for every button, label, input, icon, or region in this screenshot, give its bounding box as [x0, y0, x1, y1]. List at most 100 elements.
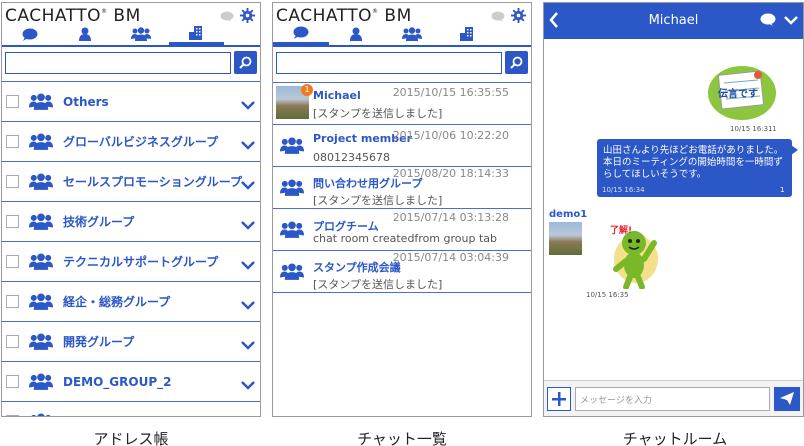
tab-contacts[interactable] — [58, 23, 114, 45]
chat-list-item[interactable]: プログチーム 2015/07/14 03:13:28 chat room creat… — [273, 209, 531, 251]
chevron-down-icon[interactable] — [241, 95, 255, 114]
group-icon — [29, 173, 53, 190]
chevron-down-icon[interactable] — [241, 175, 255, 194]
search-button[interactable] — [505, 51, 528, 74]
tab-organization[interactable] — [168, 23, 224, 45]
send-button[interactable] — [774, 386, 800, 411]
group-label: AUTO_TEST_G1 — [63, 415, 163, 417]
tab-chat[interactable] — [2, 23, 58, 45]
chat-room-header: Michael — [544, 3, 803, 39]
group-label: 技術グループ — [63, 215, 135, 229]
group-row[interactable]: 開発グループ — [2, 322, 260, 362]
message-text: 山田さんより先ほどお電話がありました。本日のミーティングの開始時間を一時間ずらし… — [603, 145, 784, 180]
stamp-memo-text: 伝言です — [718, 89, 758, 100]
search-bar — [273, 51, 531, 81]
group-list: Others グローバルビジネスグループ セールスプロモーショングループ技術グループ… — [2, 81, 260, 417]
logo-reg: ® — [372, 8, 379, 15]
chat-name: Michael — [313, 89, 361, 102]
chat-preview: chat room createdfrom group tab — [313, 232, 497, 245]
chat-time: 2015/07/14 03:13:28 — [392, 211, 509, 224]
tab-groups[interactable] — [384, 23, 440, 45]
chevron-down-icon[interactable] — [241, 335, 255, 354]
group-icon — [29, 213, 53, 230]
unread-badge: 1 — [301, 84, 313, 96]
group-row[interactable]: Others — [2, 82, 260, 122]
group-icon — [280, 137, 304, 158]
building-icon — [460, 27, 474, 41]
plus-icon — [552, 391, 566, 406]
chat-time: 2015/10/06 10:22:20 — [392, 129, 509, 142]
caption-address-book: アドレス帳 — [93, 430, 169, 446]
group-icon — [280, 221, 304, 242]
chat-list: 1 Michael 2015/10/15 16:35:55 [スタンプを送信しました]… — [273, 82, 531, 293]
app-header: CACHATTO® BM — [2, 3, 260, 47]
group-checkbox[interactable] — [6, 135, 19, 148]
chat-list-item[interactable]: 問い合わせ用グループ 2015/08/20 18:14:33 [スタンプを送信しまし… — [273, 167, 531, 209]
group-icon — [29, 93, 53, 110]
chat-time: 2015/08/20 18:14:33 — [392, 167, 509, 180]
search-button[interactable] — [234, 51, 257, 74]
group-checkbox[interactable] — [6, 175, 19, 188]
chevron-down-icon[interactable] — [241, 215, 255, 234]
group-icon — [280, 263, 304, 284]
stamp-ok-text: 了解! — [610, 226, 633, 236]
group-row[interactable]: 経企・総務グループ — [2, 282, 260, 322]
caption-chat-list: チャット一覧 — [357, 430, 447, 446]
add-attachment-button[interactable] — [547, 386, 571, 411]
group-row[interactable]: 技術グループ — [2, 202, 260, 242]
chat-time: 2015/10/15 16:35:55 — [392, 86, 509, 99]
group-checkbox[interactable] — [6, 215, 19, 228]
chat-list-item[interactable]: 1 Michael 2015/10/15 16:35:55 [スタンプを送信しました] — [273, 83, 531, 125]
message-input[interactable]: メッセージを入力 — [575, 386, 770, 411]
chat-bubble-icon[interactable] — [760, 12, 776, 31]
group-row[interactable]: テクニカルサポートグループ — [2, 242, 260, 282]
stamp1-meta: 10/15 16:31 — [730, 125, 773, 133]
search-icon — [510, 56, 523, 69]
group-icon — [280, 179, 304, 200]
send-icon — [780, 392, 794, 405]
search-icon — [239, 56, 252, 69]
tab-chat[interactable] — [273, 23, 329, 45]
group-icon — [29, 253, 53, 270]
group-row[interactable]: セールスプロモーショングループ — [2, 162, 260, 202]
tab-organization[interactable] — [440, 23, 496, 45]
chevron-down-icon[interactable] — [241, 415, 255, 416]
group-row[interactable]: グローバルビジネスグループ — [2, 122, 260, 162]
person-icon — [79, 27, 92, 41]
group-checkbox[interactable] — [6, 95, 19, 108]
group-label: 開発グループ — [63, 335, 135, 349]
gear-icon[interactable] — [240, 8, 255, 27]
chat-list-item[interactable]: Project member 2015/10/06 10:22:20 0801234… — [273, 125, 531, 167]
chat-preview: [スタンプを送信しました] — [313, 194, 443, 207]
caption-chat-room: チャットルーム — [622, 430, 728, 446]
chat-time: 2015/07/14 03:04:39 — [392, 251, 509, 264]
group-icon — [29, 293, 53, 310]
avatar[interactable] — [549, 222, 582, 255]
chevron-down-icon[interactable] — [784, 12, 798, 31]
group-checkbox[interactable] — [6, 295, 19, 308]
tab-groups[interactable] — [113, 23, 169, 45]
search-input[interactable] — [5, 52, 231, 74]
gear-icon[interactable] — [511, 8, 526, 27]
search-input[interactable] — [276, 52, 502, 74]
tab-contacts[interactable] — [329, 23, 385, 45]
chat-list-item[interactable]: スタンプ作成会議 2015/07/14 03:04:39 [スタンプを送信しました] — [273, 251, 531, 293]
group-checkbox[interactable] — [6, 375, 19, 388]
app-header: CACHATTO® BM — [273, 3, 531, 47]
chevron-down-icon[interactable] — [241, 255, 255, 274]
group-checkbox[interactable] — [6, 415, 19, 416]
chevron-down-icon[interactable] — [241, 135, 255, 154]
group-icon — [29, 373, 53, 390]
search-bar — [2, 51, 260, 81]
chevron-down-icon[interactable] — [241, 295, 255, 314]
group-icon — [29, 333, 53, 350]
building-icon — [189, 25, 203, 40]
group-checkbox[interactable] — [6, 255, 19, 268]
chevron-down-icon[interactable] — [241, 375, 255, 394]
group-row[interactable]: AUTO_TEST_G1 — [2, 402, 260, 417]
chat-preview: [スタンプを送信しました] — [313, 278, 443, 291]
group-label: テクニカルサポートグループ — [63, 255, 219, 269]
group-row[interactable]: DEMO_GROUP_2 — [2, 362, 260, 402]
message-area: 伝言です 10/15 16:31 1 山田さんより先ほどお電話がありました。本日… — [544, 39, 803, 381]
group-checkbox[interactable] — [6, 335, 19, 348]
